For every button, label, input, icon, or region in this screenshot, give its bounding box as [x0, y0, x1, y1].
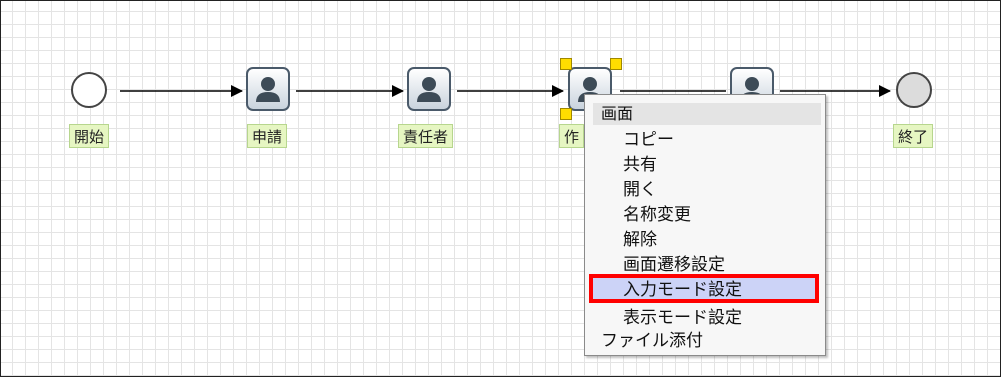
menu-item-rename[interactable]: 名称変更: [623, 205, 691, 225]
person-icon: [417, 77, 441, 102]
menu-item-input-mode-highlighted[interactable]: 入力モード設定: [589, 274, 819, 303]
end-label: 終了: [893, 124, 934, 148]
menu-item-display-mode[interactable]: 表示モード設定: [623, 308, 742, 328]
end-event[interactable]: [896, 72, 932, 108]
selection-handle-bottom-left[interactable]: [560, 108, 572, 120]
task-creator-label: 作: [559, 124, 585, 148]
task-manager[interactable]: [407, 67, 451, 111]
task-apply[interactable]: [246, 67, 290, 111]
selection-handle-top-right[interactable]: [610, 58, 622, 70]
person-icon: [256, 77, 280, 102]
menu-header-screen: 画面: [593, 103, 821, 125]
task-manager-label: 責任者: [398, 124, 454, 148]
menu-item-release[interactable]: 解除: [623, 230, 657, 250]
menu-item-share[interactable]: 共有: [623, 155, 657, 175]
workflow-edges: [120, 85, 891, 97]
menu-item-copy[interactable]: コピー: [623, 130, 674, 150]
start-event[interactable]: [71, 72, 107, 108]
menu-item-screen-transition[interactable]: 画面遷移設定: [623, 255, 725, 275]
context-menu: 画面 コピー 共有 開く 名称変更 解除 画面遷移設定 表示モード設定 入力モー…: [584, 94, 826, 356]
selection-handle-top-left[interactable]: [560, 58, 572, 70]
task-apply-label: 申請: [247, 124, 288, 148]
menu-item-attach-file[interactable]: ファイル添付: [601, 331, 703, 351]
start-label: 開始: [69, 124, 110, 148]
menu-item-open[interactable]: 開く: [623, 180, 657, 200]
